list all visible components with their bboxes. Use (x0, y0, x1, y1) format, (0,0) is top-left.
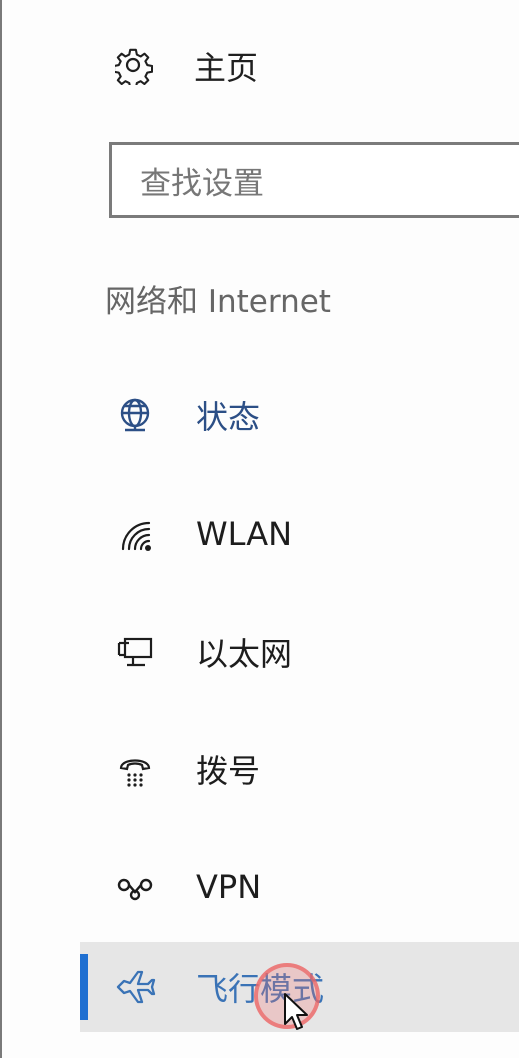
home-label: 主页 (194, 49, 259, 87)
airplane-icon (114, 966, 156, 1008)
nav-item-label: 以太网 (196, 635, 293, 673)
nav-item-vpn[interactable]: VPN (80, 842, 519, 932)
wifi-icon (114, 514, 156, 556)
globe-monitor-icon (114, 395, 156, 437)
nav-item-dialup[interactable]: 拨号 (80, 724, 519, 814)
home-link[interactable]: 主页 (114, 40, 258, 92)
nav-item-label: WLAN (196, 515, 293, 553)
nav-item-label: 状态 (196, 398, 261, 436)
mouse-cursor-icon (283, 992, 311, 1036)
nav-item-wlan[interactable]: WLAN (80, 489, 519, 579)
settings-sidebar: 主页 查找设置 网络和 Internet 状态 WLAN 以太网 拨号 VPN … (0, 0, 519, 1058)
selection-indicator (80, 954, 88, 1020)
ethernet-icon (114, 632, 156, 674)
nav-item-label: 拨号 (196, 752, 261, 790)
search-placeholder: 查找设置 (140, 165, 264, 202)
section-title: 网络和 Internet (105, 284, 331, 320)
gear-icon (114, 46, 154, 86)
nav-item-label: VPN (196, 868, 262, 906)
nav-item-status[interactable]: 状态 (80, 370, 519, 460)
vpn-icon (114, 867, 156, 909)
nav-item-ethernet[interactable]: 以太网 (80, 607, 519, 697)
search-settings-field[interactable]: 查找设置 (109, 142, 519, 218)
dialup-phone-icon (114, 749, 156, 791)
